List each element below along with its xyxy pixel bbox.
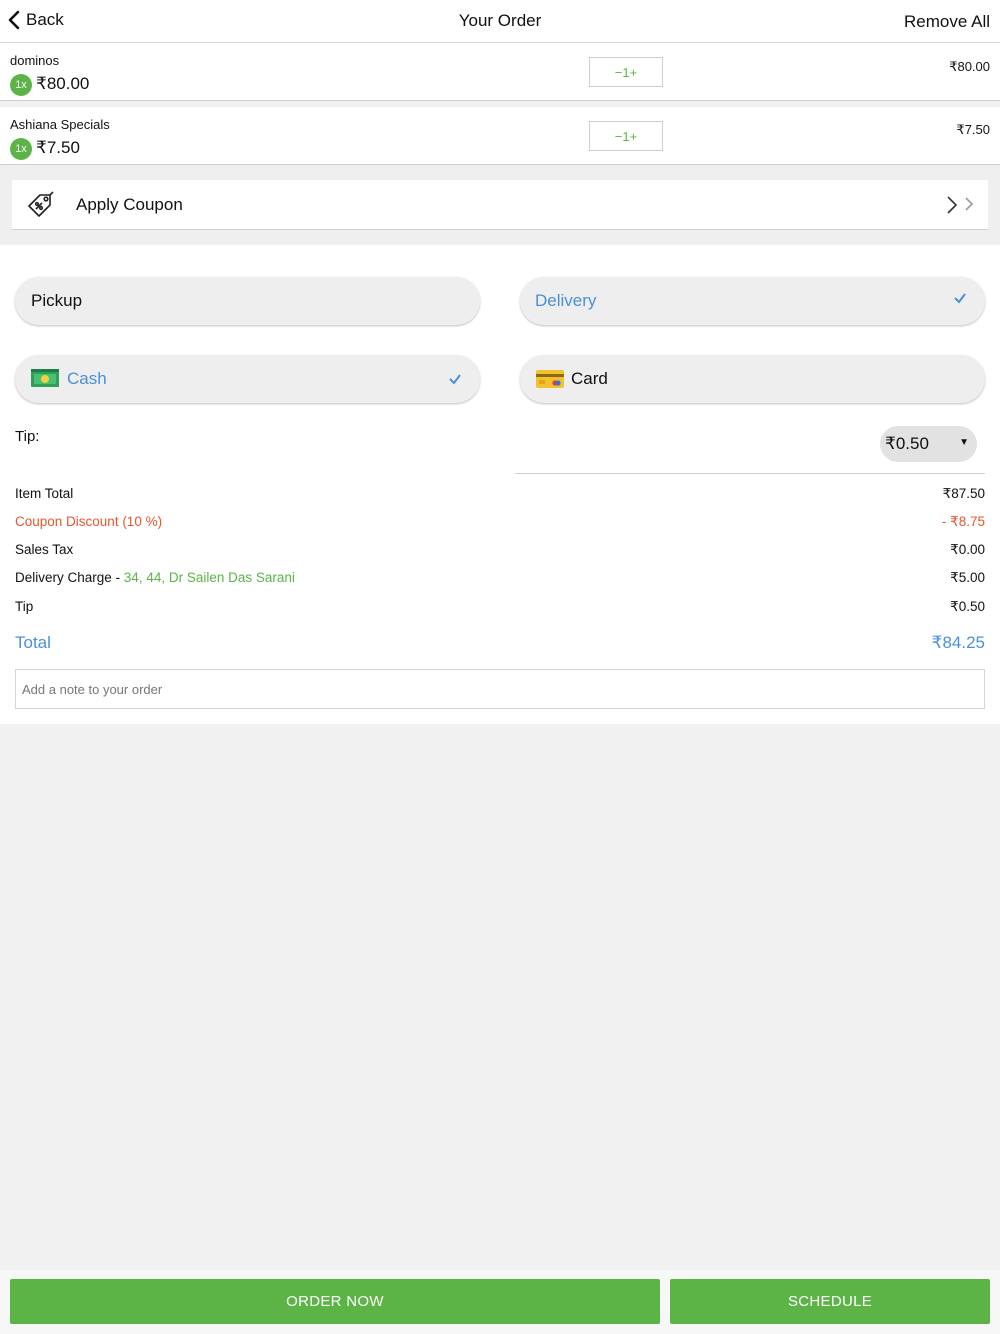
summary-row-total: Total ₹84.25 <box>15 633 985 653</box>
discount-value: - ₹8.75 <box>941 514 985 529</box>
card-option[interactable]: Card <box>520 355 985 403</box>
tip-label: Tip: <box>15 428 40 445</box>
delivery-charge-label: Delivery Charge - 34, 44, Dr Sailen Das … <box>15 570 295 586</box>
delivery-charge-text: Delivery Charge - <box>15 570 124 585</box>
tip-selected-value: ₹0.50 <box>885 434 929 453</box>
cash-option[interactable]: Cash <box>15 355 480 403</box>
item-name: Ashiana Specials <box>10 117 110 132</box>
tip-dropdown[interactable]: ₹0.50 ▼ <box>880 426 977 462</box>
delivery-label: Delivery <box>535 291 597 310</box>
item-unit-price: ₹80.00 <box>36 74 90 93</box>
cart-item: Ashiana Specials 1x ₹7.50 −1+ ₹7.50 <box>0 107 1000 165</box>
sales-tax-value: ₹0.00 <box>950 542 985 557</box>
summary-row-discount: Coupon Discount (10 %) - ₹8.75 <box>15 514 985 530</box>
quantity-badge: 1x <box>10 138 32 160</box>
checkmark-icon <box>954 293 966 304</box>
order-now-button[interactable]: ORDER NOW <box>10 1279 660 1324</box>
item-line-total: ₹7.50 <box>956 122 990 137</box>
apply-coupon-label: Apply Coupon <box>76 194 183 214</box>
apply-coupon-button[interactable]: Apply Coupon <box>12 180 988 230</box>
summary-row-sales-tax: Sales Tax ₹0.00 <box>15 542 985 558</box>
navigation-bar: Back Your Order Remove All <box>0 0 1000 43</box>
page-title: Your Order <box>458 11 542 30</box>
dropdown-arrow-icon: ▼ <box>959 437 969 448</box>
cash-icon <box>31 369 59 387</box>
total-value: ₹84.25 <box>931 633 985 652</box>
quantity-badge: 1x <box>10 74 32 96</box>
schedule-button[interactable]: SCHEDULE <box>670 1279 990 1324</box>
summary-row-tip: Tip ₹0.50 <box>15 599 985 615</box>
item-name: dominos <box>10 53 60 68</box>
delivery-address: 34, 44, Dr Sailen Das Sarani <box>123 570 295 585</box>
item-total-value: ₹87.50 <box>942 486 985 501</box>
quantity-stepper[interactable]: −1+ <box>589 57 663 87</box>
tip-summary-value: ₹0.50 <box>950 599 985 614</box>
item-total-label: Item Total <box>15 486 74 501</box>
pickup-label: Pickup <box>31 291 83 310</box>
total-label: Total <box>15 633 51 652</box>
checkmark-icon <box>449 374 461 385</box>
credit-card-icon <box>536 370 564 388</box>
divider <box>515 473 985 474</box>
quantity-stepper[interactable]: −1+ <box>589 121 663 151</box>
coupon-tag-icon <box>28 191 54 217</box>
order-note-input[interactable] <box>15 669 985 709</box>
item-line-total: ₹80.00 <box>949 59 990 74</box>
summary-row-delivery: Delivery Charge - 34, 44, Dr Sailen Das … <box>15 570 985 586</box>
card-label: Card <box>571 369 608 388</box>
delivery-option[interactable]: Delivery <box>520 277 985 325</box>
tip-summary-label: Tip <box>15 599 34 614</box>
delivery-charge-value: ₹5.00 <box>950 570 985 585</box>
cash-label: Cash <box>67 369 107 388</box>
summary-row-item-total: Item Total ₹87.50 <box>15 486 985 502</box>
remove-all-button[interactable]: Remove All <box>904 12 990 32</box>
discount-label: Coupon Discount (10 %) <box>15 514 163 529</box>
sales-tax-label: Sales Tax <box>15 542 74 557</box>
chevron-right-icon <box>946 196 974 214</box>
pickup-option[interactable]: Pickup <box>15 277 480 325</box>
item-unit-price: ₹7.50 <box>36 138 80 157</box>
cart-item: dominos 1x ₹80.00 −1+ ₹80.00 <box>0 43 1000 101</box>
